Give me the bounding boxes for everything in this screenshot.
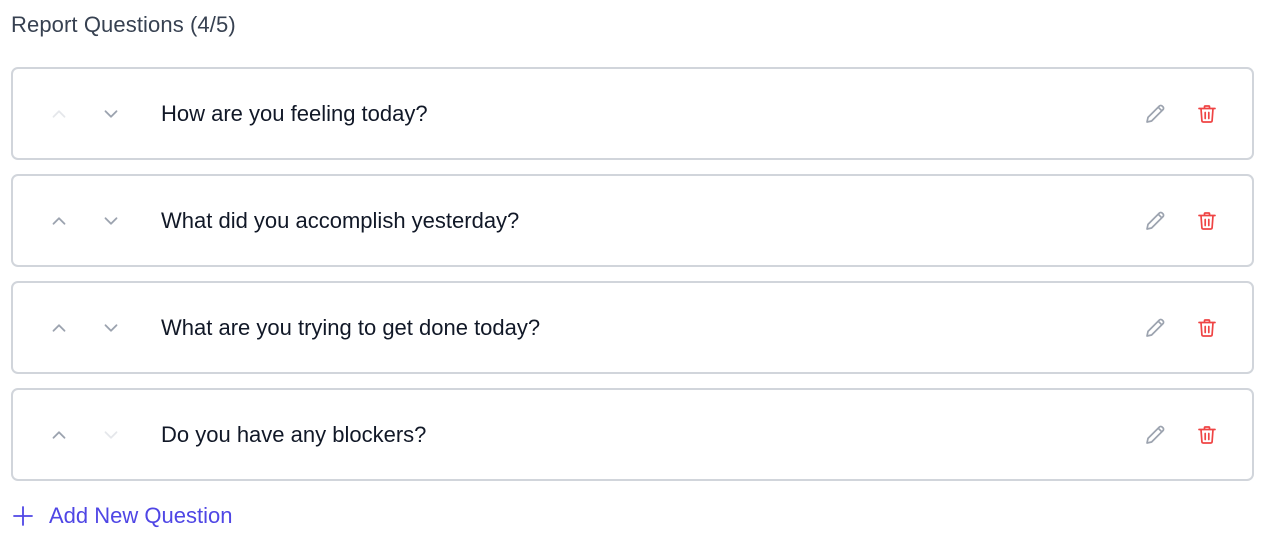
plus-icon <box>11 504 35 528</box>
question-text: What are you trying to get done today? <box>161 314 541 340</box>
chevron-down-icon <box>104 216 118 225</box>
question-text: Do you have any blockers? <box>161 421 427 447</box>
add-new-question-label: Add New Question <box>49 503 233 528</box>
trash-icon <box>1198 318 1216 337</box>
trash-icon <box>1198 425 1216 444</box>
question-row: How are you feeling today? <box>11 67 1254 160</box>
move-up-button[interactable] <box>43 98 75 130</box>
chevron-up-icon <box>52 216 66 225</box>
move-down-button[interactable] <box>95 312 127 344</box>
pencil-icon <box>1146 211 1165 230</box>
chevron-down-icon <box>104 430 118 439</box>
chevron-up-icon <box>52 109 66 118</box>
chevron-up-icon <box>52 323 66 332</box>
delete-question-button[interactable] <box>1190 311 1224 345</box>
question-row: What did you accomplish yesterday? <box>11 174 1254 267</box>
report-questions-panel: Report Questions (4/5) How are you feeli… <box>0 0 1275 549</box>
move-down-button[interactable] <box>95 98 127 130</box>
chevron-down-icon <box>104 323 118 332</box>
delete-question-button[interactable] <box>1190 97 1224 131</box>
question-row: What are you trying to get done today? <box>11 281 1254 374</box>
trash-icon <box>1198 211 1216 230</box>
edit-question-button[interactable] <box>1138 97 1172 131</box>
question-list: How are you feeling today? What did you … <box>11 67 1254 481</box>
move-down-button[interactable] <box>95 205 127 237</box>
move-up-button[interactable] <box>43 205 75 237</box>
chevron-down-icon <box>104 109 118 118</box>
question-row: Do you have any blockers? <box>11 388 1254 481</box>
chevron-up-icon <box>52 430 66 439</box>
section-title: Report Questions (4/5) <box>11 12 236 37</box>
move-up-button[interactable] <box>43 312 75 344</box>
move-up-button[interactable] <box>43 419 75 451</box>
edit-question-button[interactable] <box>1138 418 1172 452</box>
delete-question-button[interactable] <box>1190 204 1224 238</box>
trash-icon <box>1198 104 1216 123</box>
delete-question-button[interactable] <box>1190 418 1224 452</box>
move-down-button[interactable] <box>95 419 127 451</box>
pencil-icon <box>1146 104 1165 123</box>
pencil-icon <box>1146 318 1165 337</box>
edit-question-button[interactable] <box>1138 204 1172 238</box>
add-new-question-button[interactable]: Add New Question <box>11 503 232 529</box>
question-text: What did you accomplish yesterday? <box>161 207 520 233</box>
pencil-icon <box>1146 425 1165 444</box>
edit-question-button[interactable] <box>1138 311 1172 345</box>
question-text: How are you feeling today? <box>161 100 428 126</box>
